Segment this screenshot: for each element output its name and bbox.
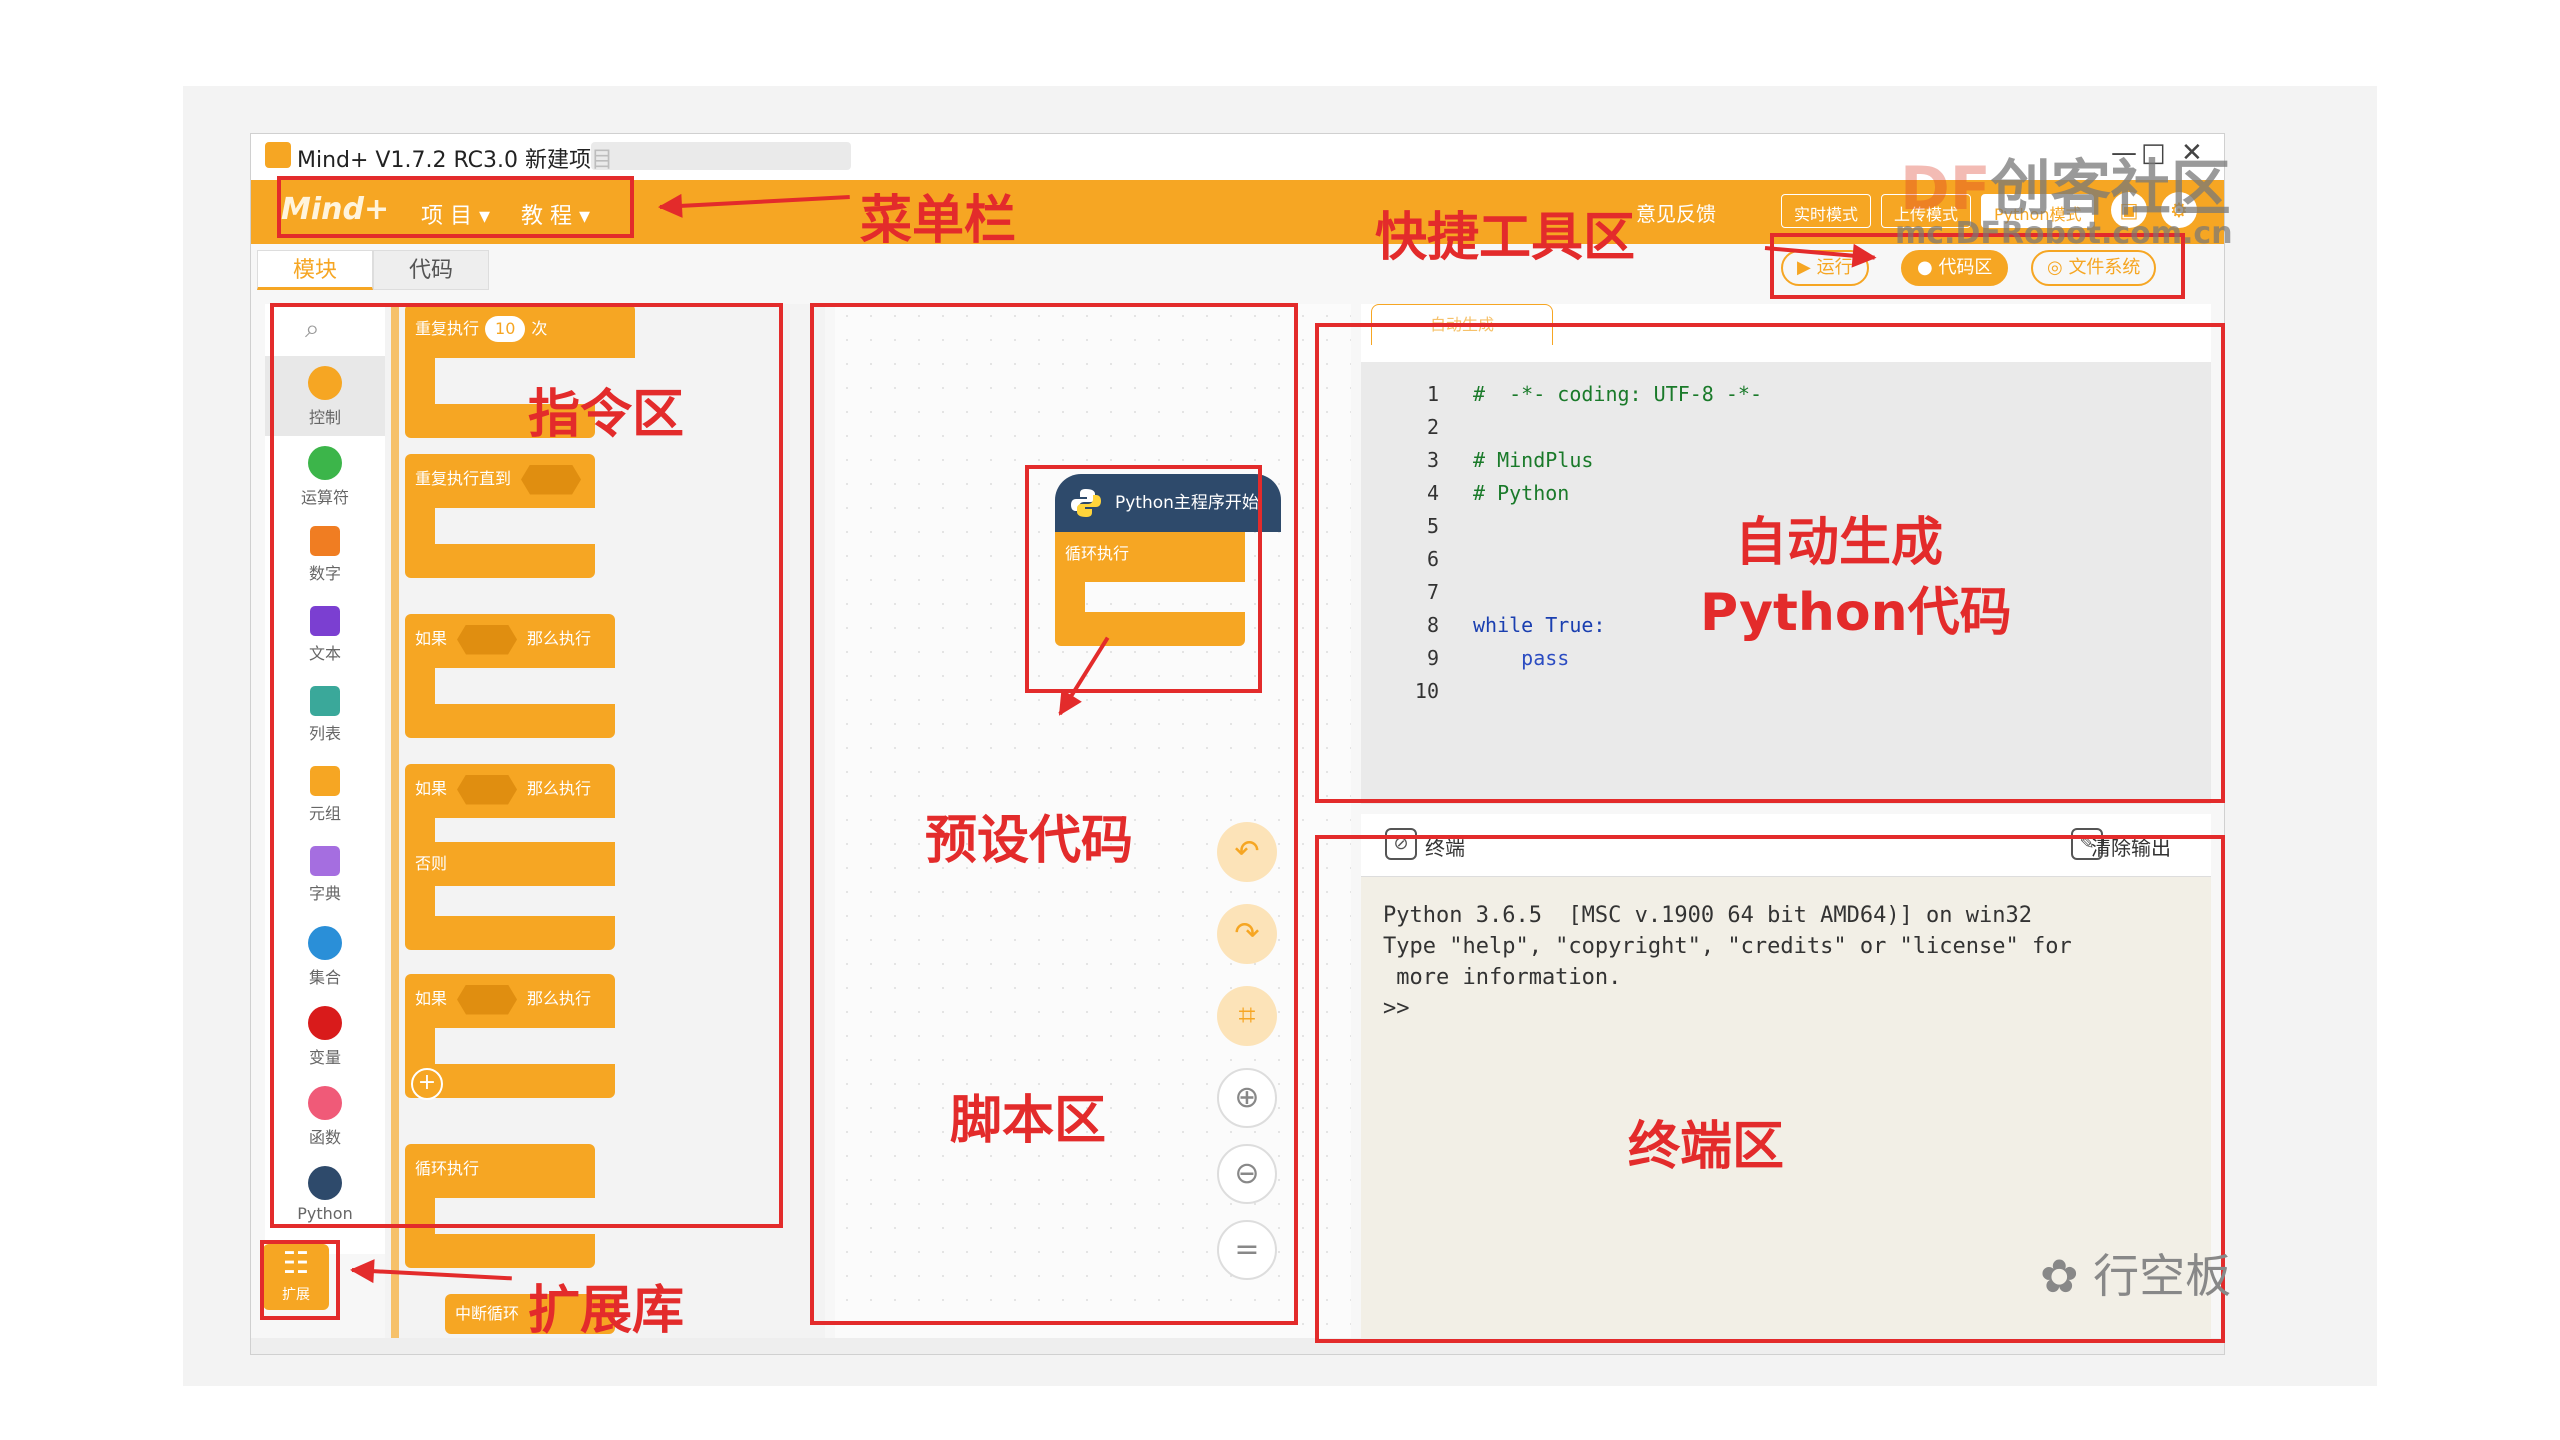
annot-box-menubar bbox=[277, 176, 634, 238]
watermark-site: mc.DFRobot.com.cn bbox=[1895, 216, 2233, 251]
annot-box-blocks bbox=[270, 303, 783, 1228]
label-menubar: 菜单栏 bbox=[860, 191, 1017, 251]
watermark-community-text: 创客社区 bbox=[1990, 154, 2231, 224]
app-icon bbox=[265, 142, 291, 168]
annot-box-extension bbox=[260, 1240, 340, 1320]
mode-realtime[interactable]: 实时模式 bbox=[1781, 194, 1872, 228]
label-terminal: 终端区 bbox=[1628, 1117, 1785, 1177]
label-preset: 预设代码 bbox=[925, 811, 1134, 871]
label-quicktools: 快捷工具区 bbox=[1375, 208, 1636, 268]
tab-blocks[interactable]: 模块 bbox=[257, 250, 373, 290]
wechat-icon: ✿ bbox=[2040, 1249, 2079, 1303]
label-blocks: 指令区 bbox=[528, 385, 685, 445]
watermark-df: DF bbox=[1900, 154, 1991, 224]
annot-box-preset bbox=[1025, 465, 1262, 693]
watermark-brand-text: 行空板 bbox=[2093, 1249, 2232, 1303]
label-script: 脚本区 bbox=[950, 1091, 1107, 1151]
label-extlib: 扩展库 bbox=[528, 1281, 685, 1341]
watermark-brand: ✿ 行空板 bbox=[2040, 1240, 2231, 1306]
feedback-link[interactable]: 意见反馈 bbox=[1636, 198, 1716, 227]
blurred-title bbox=[591, 142, 851, 170]
tab-code[interactable]: 代码 bbox=[373, 250, 489, 290]
block-loop-bottom bbox=[405, 1234, 595, 1268]
watermark-community: DF创客社区 bbox=[1900, 140, 2231, 227]
label-autogen-1: 自动生成 bbox=[1735, 513, 1944, 573]
label-autogen-2: Python代码 bbox=[1700, 583, 2012, 643]
window-title: Mind+ V1.7.2 RC3.0 新建项目 bbox=[297, 148, 613, 173]
